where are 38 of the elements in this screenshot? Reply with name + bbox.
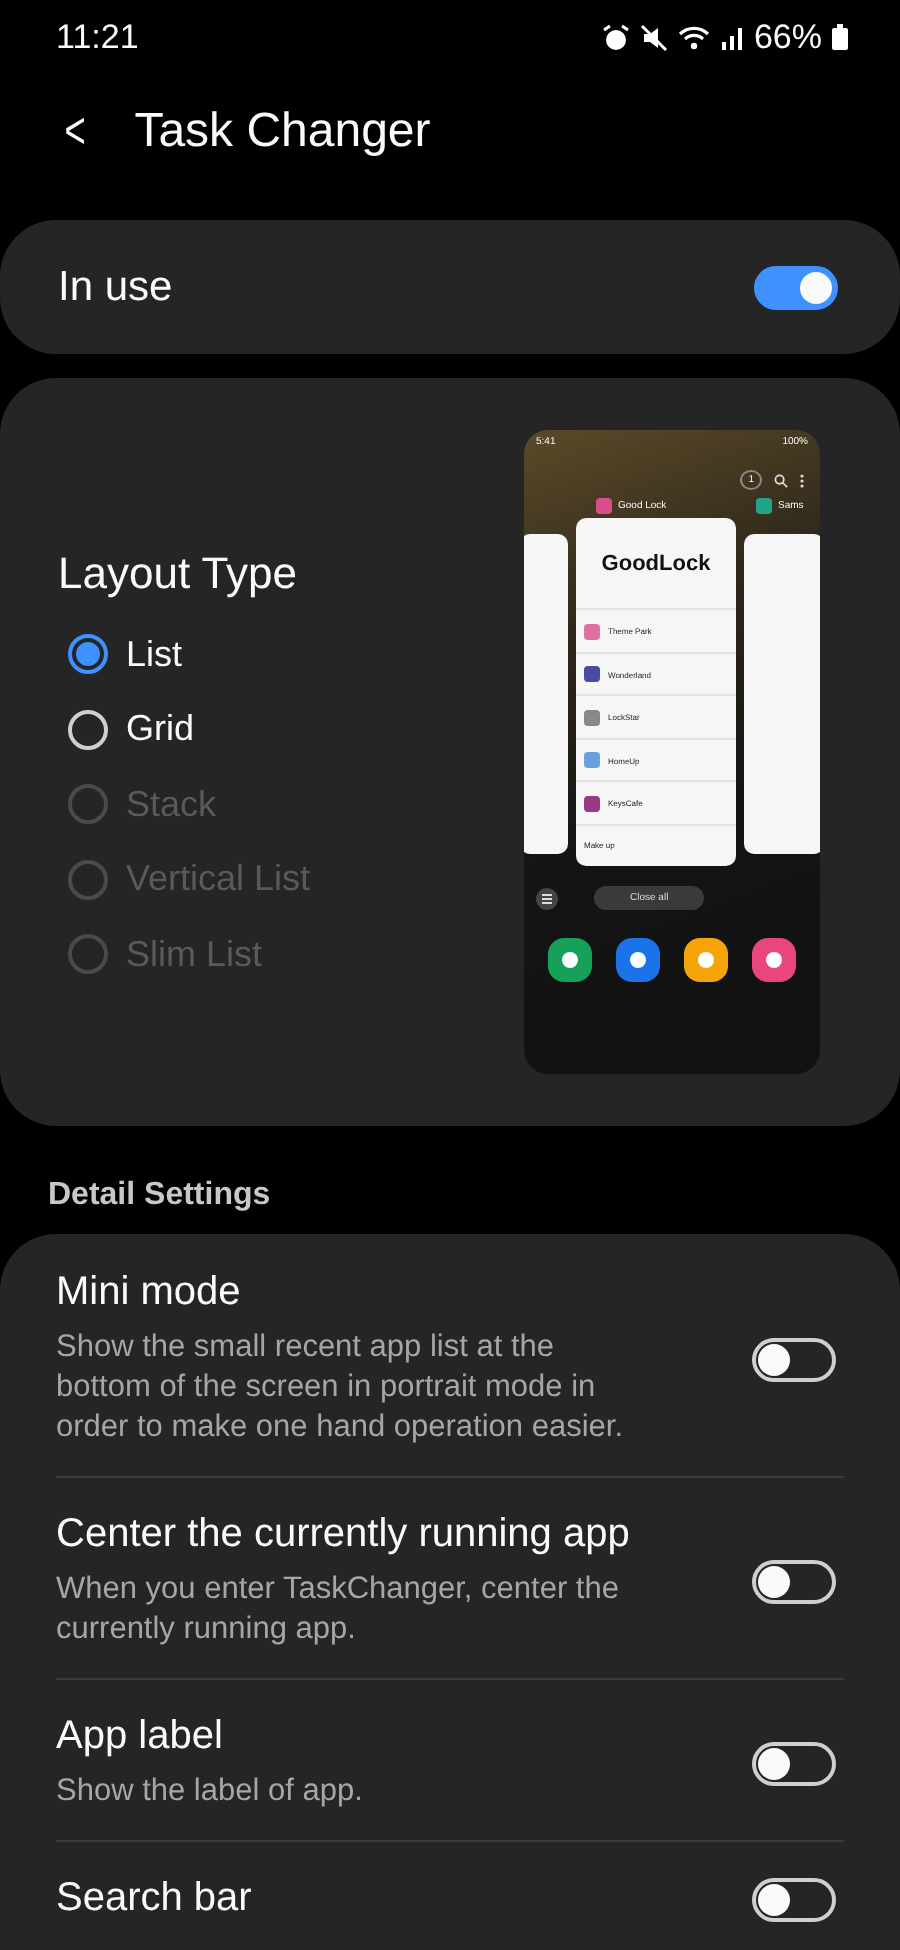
app-icon — [584, 666, 600, 683]
app-icon — [584, 709, 600, 726]
option-label: List — [126, 633, 183, 676]
setting-title: Search bar — [56, 1876, 252, 1923]
status-time: 11:21 — [56, 17, 139, 58]
toggle-switch[interactable] — [752, 1337, 836, 1382]
battery-percent: 66% — [753, 17, 822, 58]
in-use-label: In use — [58, 263, 173, 312]
app-logo: GoodLock — [599, 549, 713, 580]
page-title: Task Changer — [134, 103, 431, 160]
setting-title: App label — [56, 1714, 225, 1761]
app-icon — [584, 752, 600, 769]
toggle-switch[interactable] — [752, 1877, 836, 1922]
setting-description: When you enter TaskChanger, center the currently running app. — [56, 1570, 621, 1651]
app-icon — [584, 623, 600, 640]
app-icon — [756, 498, 772, 515]
radio-button[interactable] — [68, 634, 108, 675]
mute-icon — [639, 23, 668, 52]
setting-title: Mini mode — [56, 1270, 243, 1317]
setting-title: Center the currently running app — [56, 1512, 632, 1559]
wifi-icon — [677, 24, 710, 51]
toggle-switch[interactable] — [752, 1559, 836, 1604]
toggle-switch[interactable] — [752, 1741, 836, 1786]
app-icon — [596, 498, 612, 515]
section-title: Detail Settings — [48, 1178, 271, 1213]
menu-icon — [536, 887, 558, 910]
signal-icon — [719, 24, 744, 51]
app-icon — [584, 795, 600, 811]
app-icon — [752, 938, 796, 983]
alarm-icon — [601, 23, 630, 52]
layout-type-title: Layout Type — [58, 548, 299, 601]
setting-description: Show the label of app. — [56, 1772, 363, 1813]
back-button[interactable]: < — [53, 100, 97, 163]
toggle-switch[interactable] — [754, 265, 838, 310]
battery-icon — [832, 24, 848, 51]
setting-description: Show the small recent app list at the bottom of the screen in portrait mode in order to make one hand operation easier. — [56, 1328, 625, 1449]
option-label: Grid — [126, 708, 195, 751]
search-icon — [774, 473, 788, 488]
